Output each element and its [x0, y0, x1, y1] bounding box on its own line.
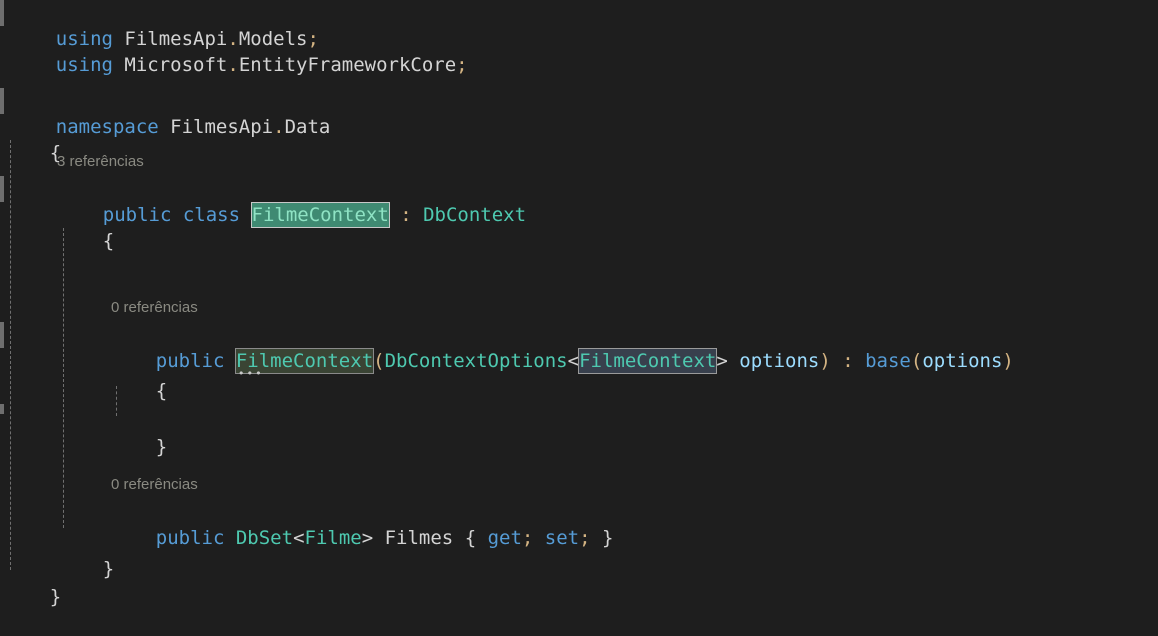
code-line-4[interactable]: namespace FilmesApi.Data [0, 88, 1158, 138]
constructor-close-brace: } [155, 436, 168, 458]
code-line-2[interactable]: using Microsoft.EntityFrameworkCore; [0, 26, 1158, 76]
code-line-5[interactable]: { [0, 114, 1158, 164]
code-line-13[interactable]: { [0, 352, 1158, 402]
namespace-efcore: EntityFrameworkCore [238, 54, 457, 76]
code-line-12[interactable]: public FilmeContext ••• (DbContextOptions<… [0, 322, 1158, 379]
code-line-20[interactable]: } [0, 558, 1158, 608]
semicolon: ; [456, 54, 468, 76]
code-line-1[interactable]: using FilmesApi.Models; [0, 0, 1158, 50]
constructor-open-brace: { [155, 380, 168, 402]
code-editor[interactable]: using FilmesApi.Models; using Microsoft.… [0, 0, 1158, 608]
codelens-constructor-references[interactable]: 0 referências [111, 297, 198, 319]
code-line-15[interactable]: } [0, 408, 1158, 458]
class-open-brace: { [102, 230, 115, 252]
codelens-property-references[interactable]: 0 referências [111, 474, 198, 496]
keyword-using: using [55, 54, 113, 76]
code-line-8[interactable]: { [0, 202, 1158, 252]
dot-separator: . [227, 54, 239, 76]
code-line-7[interactable]: public class FilmeContext : DbContext [0, 176, 1158, 228]
code-line-18[interactable]: public DbSet<Filme> Filmes { get; set; } [0, 499, 1158, 549]
codelens-class-references[interactable]: 3 referências [57, 151, 144, 173]
namespace-microsoft: Microsoft [112, 54, 228, 76]
namespace-close-brace: } [49, 586, 62, 608]
code-line-19[interactable]: } [0, 530, 1158, 580]
